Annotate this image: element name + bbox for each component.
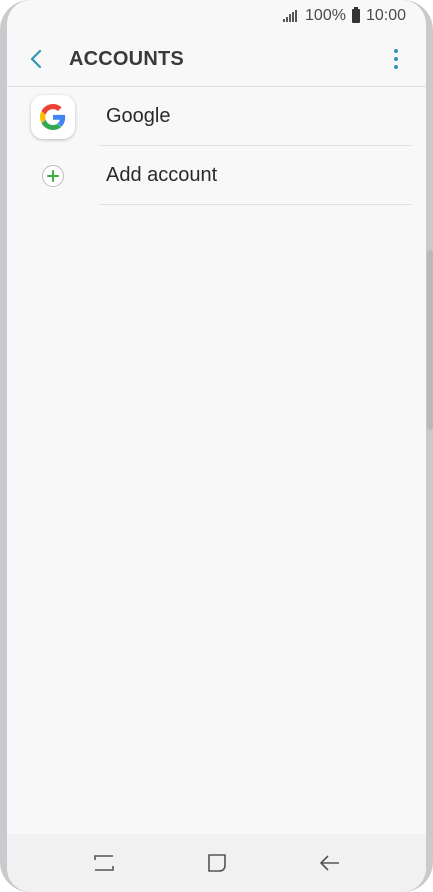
item-divider xyxy=(99,204,412,205)
more-vertical-dot xyxy=(394,57,398,61)
icon-wrap xyxy=(7,94,99,139)
battery-percent: 100% xyxy=(305,7,346,24)
back-button[interactable] xyxy=(11,32,61,86)
device-frame: 100% 10:00 ACCOUNTS Google Add account xyxy=(0,0,433,892)
google-logo xyxy=(40,103,66,130)
recent-apps-icon xyxy=(93,855,114,871)
status-time: 10:00 xyxy=(365,7,406,24)
page-title: ACCOUNTS xyxy=(69,47,184,70)
back-icon xyxy=(319,855,339,871)
back-nav-button[interactable] xyxy=(310,843,350,883)
accounts-list: Google Add account xyxy=(7,87,426,205)
list-item-add-account[interactable]: Add account xyxy=(7,146,426,205)
home-button[interactable] xyxy=(197,843,237,883)
home-icon xyxy=(207,854,226,872)
icon-wrap xyxy=(7,164,99,187)
chevron-left-icon xyxy=(30,49,42,69)
more-vertical-dot xyxy=(394,65,398,69)
battery-icon xyxy=(351,7,360,23)
list-item-label: Google xyxy=(106,105,171,127)
signal-icon xyxy=(283,10,298,22)
screen: 100% 10:00 ACCOUNTS Google Add account xyxy=(7,0,426,892)
list-item-google[interactable]: Google xyxy=(7,87,426,146)
more-options-button[interactable] xyxy=(376,32,416,86)
more-vertical-icon xyxy=(394,49,398,53)
google-icon xyxy=(31,94,75,139)
list-item-label: Add account xyxy=(106,164,218,186)
app-header: ACCOUNTS xyxy=(7,32,426,86)
plus-icon xyxy=(47,169,59,182)
add-circle-icon xyxy=(42,164,64,187)
side-button xyxy=(427,250,433,430)
status-bar: 100% 10:00 xyxy=(7,0,426,32)
navigation-bar xyxy=(7,834,426,892)
recent-apps-button[interactable] xyxy=(84,843,124,883)
